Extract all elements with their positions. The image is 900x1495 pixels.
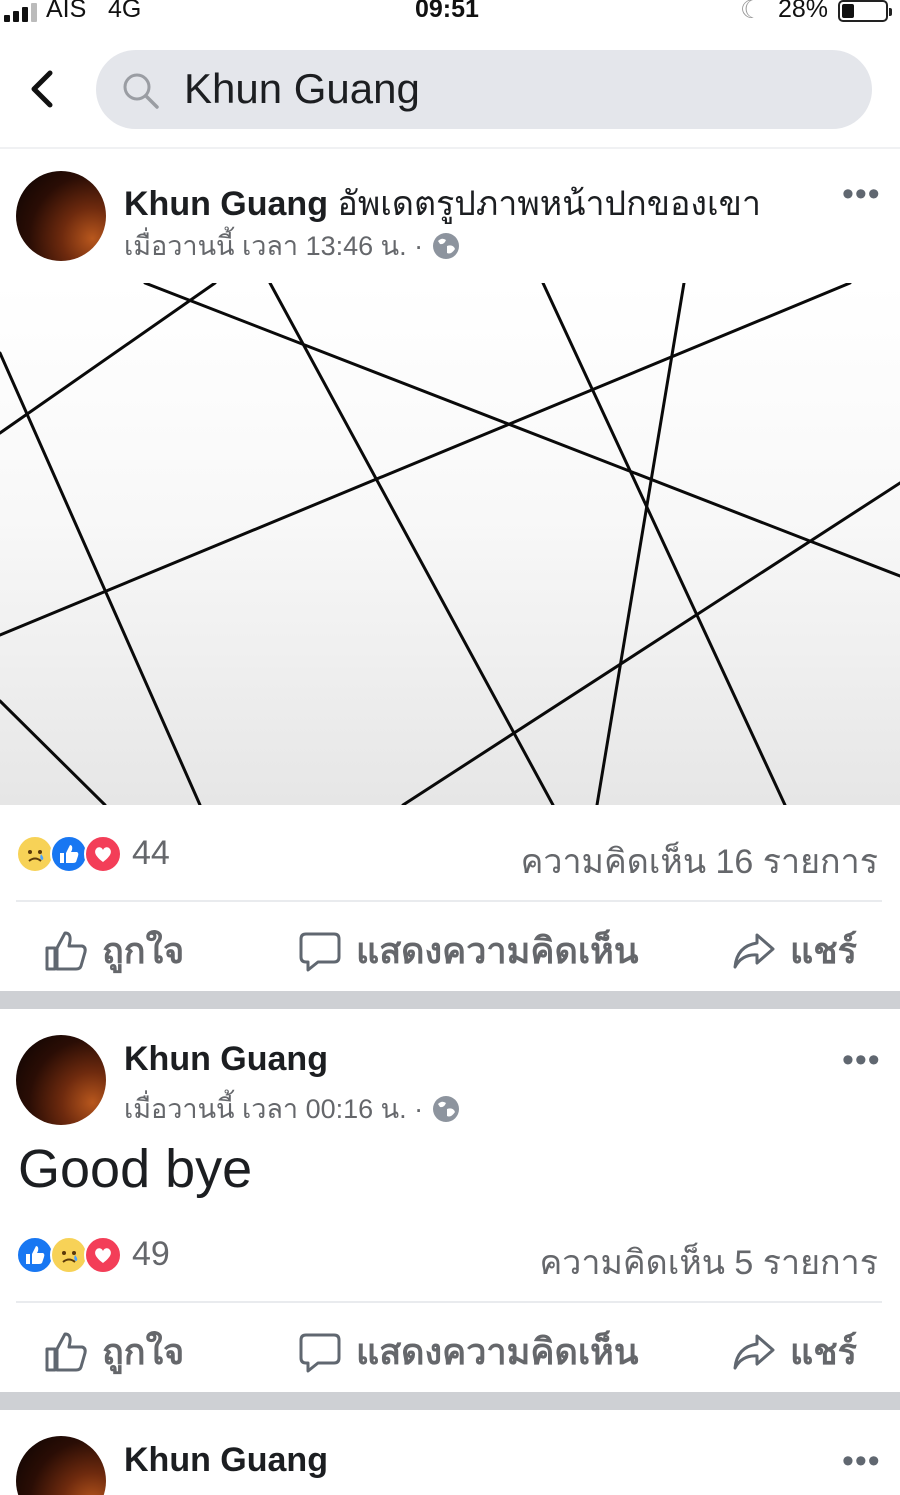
globe-icon [433, 232, 460, 259]
post-header-line: Khun Guang [124, 1441, 328, 1480]
search-input[interactable] [184, 60, 844, 118]
comment-label: แสดงความคิดเห็น [356, 930, 639, 971]
battery-percent: 28% [778, 0, 829, 23]
more-options-icon[interactable]: ••• [842, 1043, 881, 1077]
moon-icon: ☾ [740, 0, 763, 24]
more-options-icon[interactable]: ••• [842, 1444, 881, 1478]
status-bar: AIS 4G 09:51 ☾ 28% [0, 0, 900, 30]
reaction-summary[interactable]: 44 [16, 834, 170, 873]
clock: 09:51 [415, 0, 479, 23]
avatar[interactable] [16, 171, 106, 261]
thumbs-up-icon [45, 1332, 87, 1371]
love-reaction-icon [84, 834, 122, 873]
post-meta: เมื่อวานนี้ เวลา 13:46 น. · [124, 224, 461, 267]
reaction-count: 49 [132, 1235, 170, 1273]
header-divider [0, 147, 900, 149]
divider [16, 900, 882, 902]
like-button[interactable]: ถูกใจ [44, 1323, 184, 1380]
reaction-count: 44 [132, 834, 170, 872]
like-label: ถูกใจ [102, 930, 185, 971]
share-button[interactable]: แชร์ [732, 922, 857, 979]
share-arrow-icon [733, 1334, 775, 1369]
carrier-label: AIS [46, 0, 87, 23]
search-icon [123, 73, 159, 109]
comment-count[interactable]: ความคิดเห็น 16 รายการ [521, 834, 878, 888]
sad-reaction-icon [50, 1235, 88, 1274]
post-action-text: อัพเดตรูปภาพหน้าปกของเขา [327, 185, 761, 223]
post-time[interactable]: เมื่อวานนี้ เวลา 13:46 น. · [124, 224, 423, 267]
back-button[interactable] [22, 66, 62, 112]
globe-icon [433, 1095, 460, 1122]
author-name[interactable]: Khun Guang [124, 1040, 328, 1078]
post-separator [0, 1392, 900, 1410]
share-label: แชร์ [790, 1331, 857, 1372]
comment-label: แสดงความคิดเห็น [356, 1331, 639, 1372]
like-reaction-icon [50, 834, 88, 873]
share-button[interactable]: แชร์ [732, 1323, 857, 1380]
author-name[interactable]: Khun Guang [124, 1441, 328, 1479]
comment-count[interactable]: ความคิดเห็น 5 รายการ [540, 1235, 878, 1289]
cover-photo-lines [0, 283, 900, 805]
post-header-line: Khun Guang [124, 1040, 328, 1079]
post-time[interactable]: เมื่อวานนี้ เวลา 00:16 น. · [124, 1087, 423, 1130]
avatar[interactable] [16, 1035, 106, 1125]
comment-bubble-icon [299, 1333, 341, 1372]
thumbs-up-icon [45, 931, 87, 970]
sad-reaction-icon [16, 834, 54, 873]
avatar[interactable] [16, 1436, 106, 1495]
post-meta: เมื่อวานนี้ เวลา 00:16 น. · [124, 1087, 461, 1130]
like-reaction-icon [16, 1235, 54, 1274]
comment-bubble-icon [299, 932, 341, 971]
like-button[interactable]: ถูกใจ [44, 922, 184, 979]
chevron-left-icon [31, 70, 53, 108]
battery-icon [838, 0, 892, 22]
reaction-summary[interactable]: 49 [16, 1235, 170, 1274]
signal-icon [4, 2, 37, 22]
author-name[interactable]: Khun Guang [124, 185, 328, 223]
divider [16, 1301, 882, 1303]
share-arrow-icon [733, 933, 775, 968]
comment-button[interactable]: แสดงความคิดเห็น [298, 922, 638, 979]
share-label: แชร์ [790, 930, 857, 971]
love-reaction-icon [84, 1235, 122, 1274]
post-header-line: Khun Guang อัพเดตรูปภาพหน้าปกของเขา [124, 176, 761, 230]
comment-button[interactable]: แสดงความคิดเห็น [298, 1323, 638, 1380]
network-label: 4G [108, 0, 142, 23]
post-body-text: Good bye [18, 1139, 253, 1199]
post-separator [0, 991, 900, 1009]
more-options-icon[interactable]: ••• [842, 177, 881, 211]
search-bar[interactable] [96, 50, 872, 129]
cover-photo[interactable] [0, 283, 900, 805]
like-label: ถูกใจ [102, 1331, 185, 1372]
